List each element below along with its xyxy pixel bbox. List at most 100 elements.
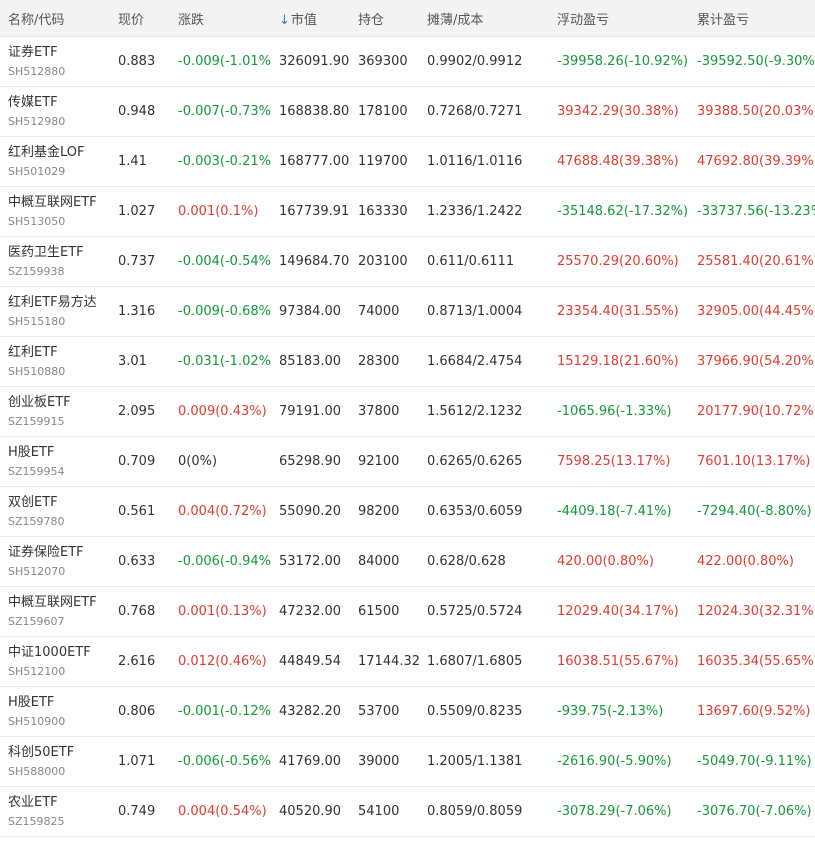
fund-name: 证券ETF <box>8 44 58 60</box>
position-cell: 119700 <box>358 154 408 169</box>
table-row[interactable]: 中证1000ETF SH512100 2.616 0.012(0.46%) 44849.… <box>0 637 815 687</box>
header-float-pl[interactable]: 浮动盈亏 <box>549 9 689 28</box>
name-code-cell[interactable]: 中概互联网ETF SH513050 <box>0 194 110 230</box>
table-row[interactable]: 红利基金LOF SH501029 1.41 -0.003(-0.21%) 168777.… <box>0 137 815 187</box>
position-cell: 369300 <box>358 54 408 69</box>
position-cell: 61500 <box>358 604 400 619</box>
table-row[interactable]: 医药卫生ETF SZ159938 0.737 -0.004(-0.54%) 149684… <box>0 237 815 287</box>
position-cell: 74000 <box>358 304 400 319</box>
change-cell: 0.009(0.43%) <box>178 404 267 419</box>
cum-pl-cell: 39388.50(20.03%) <box>697 104 815 119</box>
float-pl-cell: 16038.51(55.67%) <box>557 654 679 669</box>
table-row[interactable]: 证券保险ETF SH512070 0.633 -0.006(-0.94%) 53172.… <box>0 537 815 587</box>
cum-pl-cell: 25581.40(20.61%) <box>697 254 815 269</box>
market-value-cell: 168777.00 <box>279 154 350 169</box>
market-value-cell: 168838.80 <box>279 104 350 119</box>
header-price[interactable]: 现价 <box>110 9 170 28</box>
position-cell: 53700 <box>358 704 400 719</box>
header-position[interactable]: 持仓 <box>350 9 419 28</box>
change-cell: 0.001(0.1%) <box>178 204 259 219</box>
price-cell: 3.01 <box>118 354 147 369</box>
fund-code: SH501029 <box>8 164 66 178</box>
change-cell: -0.004(-0.54%) <box>178 254 271 269</box>
market-value-cell: 44849.54 <box>279 654 342 669</box>
table-row[interactable]: 红利ETF SH510880 3.01 -0.031(-1.02%) 85183.00 2… <box>0 337 815 387</box>
name-code-cell[interactable]: 证券ETF SH512880 <box>0 44 110 80</box>
price-cell: 0.709 <box>118 454 156 469</box>
change-cell: 0.004(0.54%) <box>178 804 267 819</box>
cost-cell: 0.628/0.628 <box>427 554 506 569</box>
fund-name: 红利ETF <box>8 344 58 360</box>
change-cell: -0.001(-0.12%) <box>178 704 271 719</box>
name-code-cell[interactable]: 农业ETF SZ159825 <box>0 794 110 830</box>
name-code-cell[interactable]: H股ETF SZ159954 <box>0 444 110 480</box>
cum-pl-cell: 32905.00(44.45%) <box>697 304 815 319</box>
header-cum-pl[interactable]: 累计盈亏 <box>689 9 815 28</box>
fund-code: SZ159915 <box>8 414 65 428</box>
price-cell: 2.095 <box>118 404 156 419</box>
table-row[interactable]: 科创50ETF SH588000 1.071 -0.006(-0.56%) 41769.… <box>0 737 815 787</box>
name-code-cell[interactable]: 双创ETF SZ159780 <box>0 494 110 530</box>
name-code-cell[interactable]: 科创50ETF SH588000 <box>0 744 110 780</box>
float-pl-cell: -939.75(-2.13%) <box>557 704 664 719</box>
table-row[interactable]: 创业板ETF SZ159915 2.095 0.009(0.43%) 79191.00 3… <box>0 387 815 437</box>
table-row[interactable]: 双创ETF SZ159780 0.561 0.004(0.72%) 55090.20 98… <box>0 487 815 537</box>
market-value-cell: 97384.00 <box>279 304 342 319</box>
name-code-cell[interactable]: 红利ETF SH510880 <box>0 344 110 380</box>
fund-code: SZ159825 <box>8 814 65 828</box>
name-code-cell[interactable]: 证券保险ETF SH512070 <box>0 544 110 580</box>
name-code-cell[interactable]: 红利基金LOF SH501029 <box>0 144 110 180</box>
header-change[interactable]: 涨跌 <box>170 9 271 28</box>
fund-name: 传媒ETF <box>8 94 58 110</box>
name-code-cell[interactable]: H股ETF SH510900 <box>0 694 110 730</box>
fund-code: SH512980 <box>8 114 66 128</box>
float-pl-cell: 12029.40(34.17%) <box>557 604 679 619</box>
change-cell: -0.009(-0.68%) <box>178 304 271 319</box>
header-cost[interactable]: 摊薄/成本 <box>419 9 549 28</box>
float-pl-cell: -2616.90(-5.90%) <box>557 754 672 769</box>
table-row[interactable]: 中概互联网ETF SH513050 1.027 0.001(0.1%) 167739.9… <box>0 187 815 237</box>
table-row[interactable]: H股ETF SZ159954 0.709 0(0%) 65298.90 92100 0.62… <box>0 437 815 487</box>
change-cell: -0.003(-0.21%) <box>178 154 271 169</box>
fund-name: 双创ETF <box>8 494 58 510</box>
name-code-cell[interactable]: 医药卫生ETF SZ159938 <box>0 244 110 280</box>
fund-code: SH512100 <box>8 664 66 678</box>
header-name-code[interactable]: 名称/代码 <box>0 9 110 28</box>
fund-name: H股ETF <box>8 444 55 460</box>
cum-pl-cell: 12024.30(32.31%) <box>697 604 815 619</box>
fund-code: SH588000 <box>8 764 66 778</box>
table-row[interactable]: 传媒ETF SH512980 0.948 -0.007(-0.73%) 168838.8… <box>0 87 815 137</box>
position-cell: 39000 <box>358 754 400 769</box>
name-code-cell[interactable]: 中证1000ETF SH512100 <box>0 644 110 680</box>
market-value-cell: 65298.90 <box>279 454 342 469</box>
change-cell: 0(0%) <box>178 454 218 469</box>
fund-code: SH510880 <box>8 364 66 378</box>
table-row[interactable]: 证券ETF SH512880 0.883 -0.009(-1.01%) 326091.9… <box>0 37 815 87</box>
header-market-value-label: 市值 <box>290 12 317 28</box>
table-row[interactable]: 中概互联网ETF SZ159607 0.768 0.001(0.13%) 47232.0… <box>0 587 815 637</box>
cum-pl-cell: 16035.34(55.65%) <box>697 654 815 669</box>
name-code-cell[interactable]: 红利ETF易方达 SH515180 <box>0 294 110 330</box>
table-row[interactable]: 红利ETF易方达 SH515180 1.316 -0.009(-0.68%) 97384… <box>0 287 815 337</box>
float-pl-cell: -35148.62(-17.32%) <box>557 204 689 219</box>
cum-pl-cell: -33737.56(-13.23%) <box>697 204 815 219</box>
cum-pl-cell: 7601.10(13.17%) <box>697 454 811 469</box>
table-row[interactable]: 农业ETF SZ159825 0.749 0.004(0.54%) 40520.90 54… <box>0 787 815 837</box>
fund-name: 创业板ETF <box>8 394 71 410</box>
market-value-cell: 167739.91 <box>279 204 350 219</box>
cum-pl-cell: 47692.80(39.39%) <box>697 154 815 169</box>
header-market-value[interactable]: ↓市值 <box>271 9 350 28</box>
market-value-cell: 85183.00 <box>279 354 342 369</box>
name-code-cell[interactable]: 传媒ETF SH512980 <box>0 94 110 130</box>
position-cell: 84000 <box>358 554 400 569</box>
cost-cell: 1.6807/1.6805 <box>427 654 523 669</box>
fund-code: SH510900 <box>8 714 66 728</box>
table-row[interactable]: H股ETF SH510900 0.806 -0.001(-0.12%) 43282.20… <box>0 687 815 737</box>
name-code-cell[interactable]: 中概互联网ETF SZ159607 <box>0 594 110 630</box>
fund-code: SZ159780 <box>8 514 65 528</box>
price-cell: 0.737 <box>118 254 156 269</box>
fund-name: 科创50ETF <box>8 744 75 760</box>
fund-code: SH515180 <box>8 314 66 328</box>
name-code-cell[interactable]: 创业板ETF SZ159915 <box>0 394 110 430</box>
fund-name: 证券保险ETF <box>8 544 84 560</box>
